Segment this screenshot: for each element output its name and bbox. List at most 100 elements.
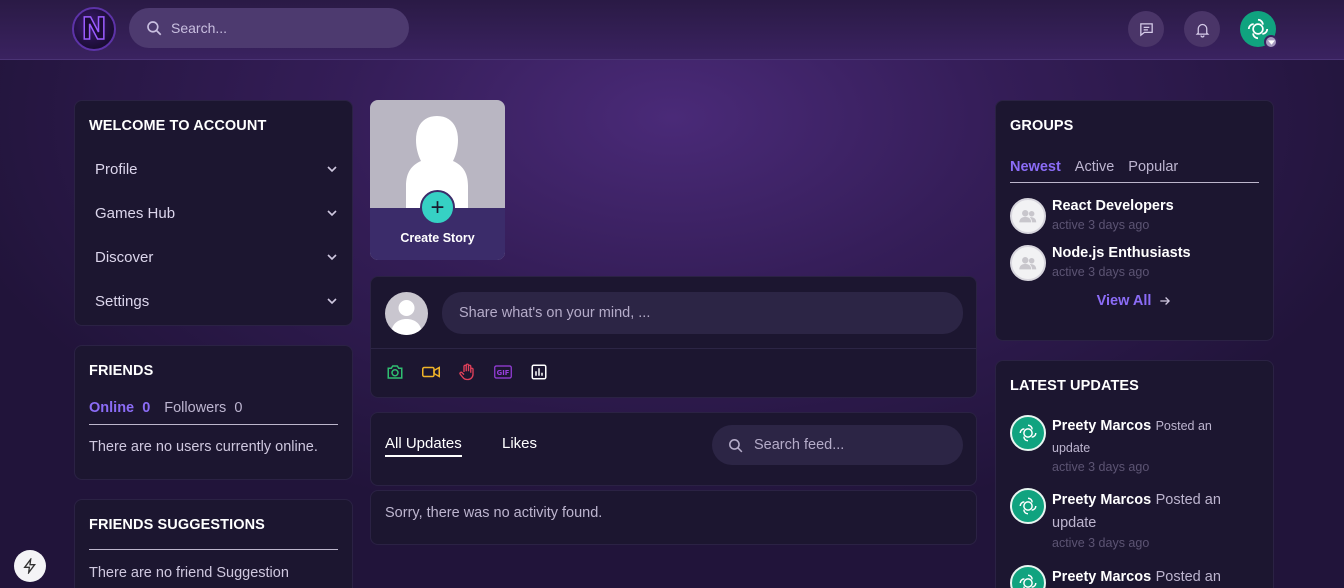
gif-icon[interactable]: GIF	[493, 363, 513, 381]
openai-avatar-icon	[1019, 574, 1037, 588]
friends-empty-text: There are no users currently online.	[89, 439, 318, 455]
top-bar: N Search...	[0, 0, 1344, 60]
user-avatar-menu[interactable]	[1240, 11, 1278, 49]
tab-followers-label: Followers	[164, 400, 227, 416]
friends-tabs: Online 0 Followers 0	[89, 400, 338, 425]
chevron-down-icon	[327, 210, 337, 217]
menu-item-games-hub[interactable]: Games Hub	[89, 191, 352, 235]
menu-item-label: Profile	[95, 160, 138, 178]
svg-text:GIF: GIF	[497, 369, 510, 377]
tab-active[interactable]: Active	[1075, 159, 1115, 175]
menu-item-label: Discover	[95, 248, 154, 266]
quick-action-button[interactable]	[14, 550, 46, 582]
latest-updates-card: LATEST UPDATES Preety Marcos Posted an u…	[995, 360, 1274, 588]
search-placeholder: Search...	[171, 20, 228, 36]
openai-avatar-icon	[1019, 497, 1037, 515]
tab-all-updates[interactable]: All Updates	[385, 435, 462, 457]
update-time: active 3 days ago	[1052, 460, 1150, 475]
chevron-down-icon	[327, 254, 337, 261]
poll-icon[interactable]	[530, 363, 548, 381]
friends-card: FRIENDS Online 0 Followers 0 There are n…	[74, 345, 353, 480]
search-icon	[729, 438, 743, 452]
user-avatar	[1010, 564, 1046, 588]
tab-newest[interactable]: Newest	[1010, 159, 1061, 175]
update-author[interactable]: Preety Marcos	[1052, 569, 1151, 585]
suggestions-empty-text: There are no friend Suggestion	[89, 565, 289, 581]
followers-count: 0	[234, 400, 243, 416]
logo-letter: N	[81, 11, 108, 48]
tab-likes[interactable]: Likes	[502, 435, 537, 452]
arrow-right-icon	[1160, 297, 1171, 305]
menu-item-profile[interactable]: Profile	[89, 147, 352, 191]
groups-tabs: Newest Active Popular	[1010, 159, 1259, 183]
online-count: 0	[142, 400, 151, 416]
group-name[interactable]: React Developers	[1052, 198, 1174, 214]
user-silhouette-icon	[391, 300, 422, 335]
openai-avatar-icon	[1019, 424, 1037, 442]
menu-item-label: Settings	[95, 292, 150, 310]
search-feed-placeholder: Search feed...	[754, 437, 845, 453]
group-activity: active 3 days ago	[1052, 265, 1150, 279]
messages-button[interactable]	[1128, 11, 1164, 47]
chevron-down-icon	[327, 166, 337, 173]
user-avatar	[1010, 415, 1046, 451]
view-all-label: View All	[1096, 293, 1152, 309]
account-card: WELCOME TO ACCOUNT Profile Games Hub Dis…	[74, 100, 353, 326]
site-logo[interactable]: N	[72, 7, 116, 51]
tab-online-label: Online	[89, 400, 135, 416]
view-all-groups-link[interactable]: View All	[1010, 293, 1259, 309]
feed-tabs-card: All Updates Likes Search feed...	[370, 412, 977, 486]
suggestions-card: FRIENDS SUGGESTIONS There are no friend …	[74, 499, 353, 588]
group-avatar	[1010, 245, 1046, 281]
composer-avatar	[385, 292, 428, 335]
list-item[interactable]: Preety Marcos Posted an update active 3 …	[1010, 415, 1259, 476]
group-activity: active 3 days ago	[1052, 218, 1150, 232]
share-post-placeholder: Share what's on your mind, ...	[459, 305, 651, 321]
friends-card-title: FRIENDS	[89, 363, 154, 379]
share-post-input[interactable]: Share what's on your mind, ...	[442, 292, 963, 334]
search-icon	[147, 21, 162, 36]
chevron-down-icon	[327, 298, 337, 305]
tab-online[interactable]: Online 0	[89, 400, 150, 416]
list-item[interactable]: Preety Marcos Posted an update	[1010, 564, 1259, 588]
composer-toolbar: GIF	[386, 363, 548, 381]
divider	[371, 348, 976, 349]
group-avatar	[1010, 198, 1046, 234]
add-story-button[interactable]: +	[420, 190, 455, 225]
tab-followers[interactable]: Followers 0	[164, 400, 242, 416]
chevron-down-icon	[1264, 35, 1278, 49]
groups-card-title: GROUPS	[1010, 118, 1074, 134]
menu-item-label: Games Hub	[95, 204, 176, 222]
user-avatar	[1010, 488, 1046, 525]
create-story-card[interactable]: + Create Story	[370, 100, 505, 260]
menu-item-settings[interactable]: Settings	[89, 279, 352, 323]
bell-icon	[1195, 23, 1209, 38]
menu-item-discover[interactable]: Discover	[89, 235, 352, 279]
camera-icon[interactable]	[386, 363, 404, 381]
post-composer: Share what's on your mind, ... GIF	[370, 276, 977, 398]
list-item[interactable]: Preety Marcos Posted an update active 3 …	[1010, 488, 1259, 553]
suggestions-card-title: FRIENDS SUGGESTIONS	[89, 517, 265, 533]
group-icon	[1019, 210, 1037, 223]
latest-updates-title: LATEST UPDATES	[1010, 378, 1139, 394]
hand-icon[interactable]	[458, 363, 476, 381]
feed-empty-card: Sorry, there was no activity found.	[370, 490, 977, 545]
feed-empty-text: Sorry, there was no activity found.	[385, 505, 603, 521]
notifications-button[interactable]	[1184, 11, 1220, 47]
group-icon	[1019, 257, 1037, 270]
lightning-icon	[23, 558, 36, 574]
chat-icon	[1139, 22, 1153, 36]
group-name[interactable]: Node.js Enthusiasts	[1052, 245, 1191, 261]
update-time: active 3 days ago	[1052, 536, 1150, 551]
update-author[interactable]: Preety Marcos	[1052, 418, 1151, 434]
update-author[interactable]: Preety Marcos	[1052, 492, 1151, 508]
groups-card: GROUPS Newest Active Popular React Devel…	[995, 100, 1274, 341]
list-item[interactable]: Node.js Enthusiasts active 3 days ago	[1010, 245, 1259, 281]
global-search-input[interactable]: Search...	[129, 8, 409, 48]
create-story-label: Create Story	[400, 231, 475, 245]
video-icon[interactable]	[421, 363, 441, 381]
tab-popular[interactable]: Popular	[1128, 159, 1178, 175]
search-feed-input[interactable]: Search feed...	[712, 425, 963, 465]
account-card-title: WELCOME TO ACCOUNT	[89, 118, 267, 134]
list-item[interactable]: React Developers active 3 days ago	[1010, 198, 1259, 234]
